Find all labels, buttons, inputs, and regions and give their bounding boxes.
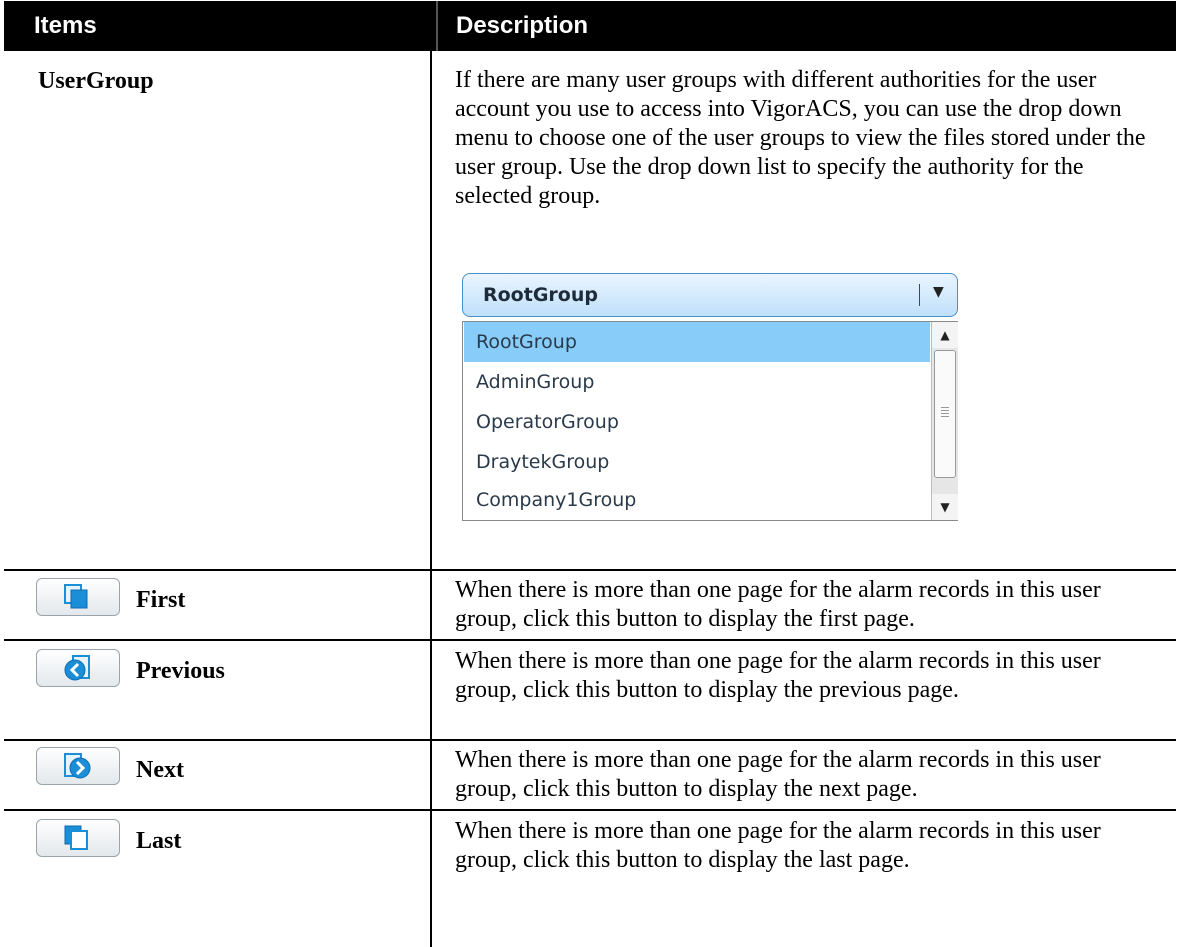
row-divider [4, 809, 1176, 811]
last-button[interactable] [36, 819, 120, 857]
select-divider [919, 284, 920, 306]
scroll-down-icon[interactable]: ▼ [932, 494, 958, 520]
option-operatorgroup[interactable]: OperatorGroup [464, 402, 930, 442]
previous-label: Previous [136, 658, 225, 684]
previous-button[interactable] [36, 649, 120, 687]
previous-description: When there is more than one page for the… [455, 648, 1101, 703]
scroll-up-icon[interactable]: ▲ [932, 322, 958, 348]
scrollbar-thumb[interactable] [934, 350, 956, 478]
usergroup-description: If there are many user groups with diffe… [455, 67, 1146, 209]
last-label: Last [136, 828, 182, 854]
usergroup-select[interactable]: RootGroup ▼ [462, 273, 958, 317]
usergroup-label: UserGroup [38, 68, 154, 94]
column-divider [430, 51, 432, 947]
last-page-icon [64, 825, 88, 850]
option-company1group[interactable]: Company1Group [464, 480, 930, 520]
first-button[interactable] [36, 578, 120, 616]
next-button[interactable] [36, 747, 120, 785]
grip-icon [941, 407, 949, 419]
first-page-icon [64, 584, 88, 609]
usergroup-dropdown-screenshot: RootGroup ▼ RootGroup AdminGroup Operato… [460, 273, 962, 525]
usergroup-options-list: RootGroup AdminGroup OperatorGroup Drayt… [462, 321, 958, 521]
previous-page-icon [64, 655, 90, 681]
chevron-down-icon[interactable]: ▼ [933, 284, 944, 300]
row-divider [4, 639, 1176, 641]
usergroup-select-value: RootGroup [483, 284, 598, 306]
option-draytekgroup[interactable]: DraytekGroup [464, 442, 930, 482]
first-label: First [136, 587, 186, 613]
row-divider [4, 739, 1176, 741]
first-description: When there is more than one page for the… [455, 577, 1101, 632]
description-column-header: Description [456, 12, 589, 39]
next-page-icon [64, 753, 91, 779]
last-description: When there is more than one page for the… [455, 818, 1101, 873]
options-scrollbar[interactable]: ▲ ▼ [931, 322, 958, 520]
next-label: Next [136, 757, 184, 783]
option-rootgroup[interactable]: RootGroup [464, 322, 930, 362]
option-admingroup[interactable]: AdminGroup [464, 362, 930, 402]
items-column-header: Items [34, 12, 97, 39]
table-header: Items Description [4, 1, 1176, 51]
header-divider [436, 1, 438, 51]
next-description: When there is more than one page for the… [455, 747, 1101, 802]
row-divider [4, 569, 1176, 571]
